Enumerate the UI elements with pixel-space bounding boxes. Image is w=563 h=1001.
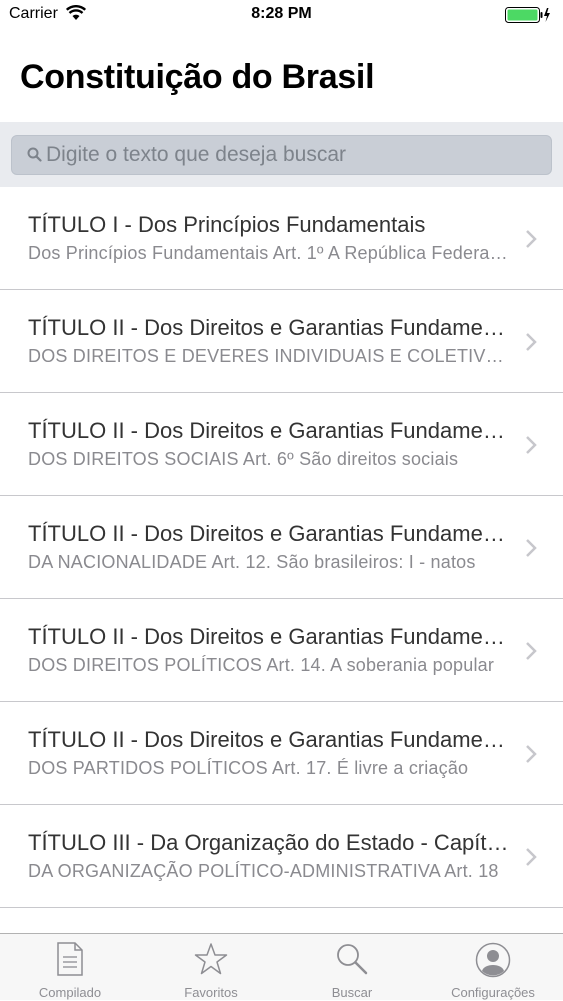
list-item-subtitle: DOS DIREITOS E DEVERES INDIVIDUAIS E COL… [28,346,510,366]
chevron-right-icon [525,435,537,460]
tab-favoritos[interactable]: Favoritos [141,934,281,1001]
search-field[interactable] [11,135,552,175]
status-time: 8:28 PM [251,5,312,22]
list-item-title: TÍTULO I - Dos Princípios Fundamentais [28,212,426,237]
list-item[interactable]: TÍTULO II - Dos Direitos e Garantias Fun… [0,702,563,805]
search-input[interactable] [46,136,546,174]
list-item-title: TÍTULO II - Dos Direitos e Garantias Fun… [28,521,510,546]
list-item-title: TÍTULO II - Dos Direitos e Garantias Fun… [28,315,510,340]
search-bar [0,122,563,187]
list-item-title: TÍTULO II - Dos Direitos e Garantias Fun… [28,727,510,752]
list-item-title: TÍTULO III - Da Organização do Estado - … [28,830,510,855]
chevron-right-icon [525,538,537,563]
page-title: Constituição do Brasil [20,58,375,96]
chevron-right-icon [525,744,537,769]
battery-charging-icon [505,6,551,29]
tab-configuracoes[interactable]: Configurações [423,934,563,1001]
list-item[interactable]: TÍTULO III - Da Organização do Estado - … [0,805,563,908]
list-item-subtitle: DOS PARTIDOS POLÍTICOS Art. 17. É livre … [28,758,469,778]
tab-buscar[interactable]: Buscar [282,934,422,1001]
list-item[interactable]: TÍTULO II - Dos Direitos e Garantias Fun… [0,599,563,702]
list-item[interactable]: TÍTULO I - Dos Princípios Fundamentais D… [0,187,563,290]
chevron-right-icon [525,641,537,666]
list-item-title: TÍTULO II - Dos Direitos e Garantias Fun… [28,418,510,443]
tab-label: Configurações [451,985,535,1000]
list-item-subtitle: DA ORGANIZAÇÃO POLÍTICO-ADMINISTRATIVA A… [28,861,499,881]
list-item-subtitle: DA NACIONALIDADE Art. 12. São brasileiro… [28,552,476,572]
tab-label: Favoritos [184,985,238,1000]
chevron-right-icon [525,847,537,872]
list-item[interactable]: TÍTULO II - Dos Direitos e Garantias Fun… [0,496,563,599]
search-icon [27,147,42,167]
list-item-subtitle: DOS DIREITOS SOCIAIS Art. 6º São direito… [28,449,459,469]
list-item-subtitle: DOS DIREITOS POLÍTICOS Art. 14. A sobera… [28,655,495,675]
list-item-subtitle: Dos Princípios Fundamentais Art. 1º A Re… [28,243,510,263]
title-list: TÍTULO I - Dos Princípios Fundamentais D… [0,187,563,908]
chevron-right-icon [525,229,537,254]
list-item[interactable]: TÍTULO II - Dos Direitos e Garantias Fun… [0,393,563,496]
tab-label: Compilado [38,985,102,1000]
list-item-title: TÍTULO II - Dos Direitos e Garantias Fun… [28,624,510,649]
tab-compilado[interactable]: Compilado [0,934,140,1001]
status-bar: Carrier 8:28 PM [0,0,563,30]
tab-label: Buscar [331,985,373,1000]
list-item[interactable]: TÍTULO II - Dos Direitos e Garantias Fun… [0,290,563,393]
tab-bar: Compilado Favoritos Buscar Configurações [0,933,563,1000]
chevron-right-icon [525,332,537,357]
